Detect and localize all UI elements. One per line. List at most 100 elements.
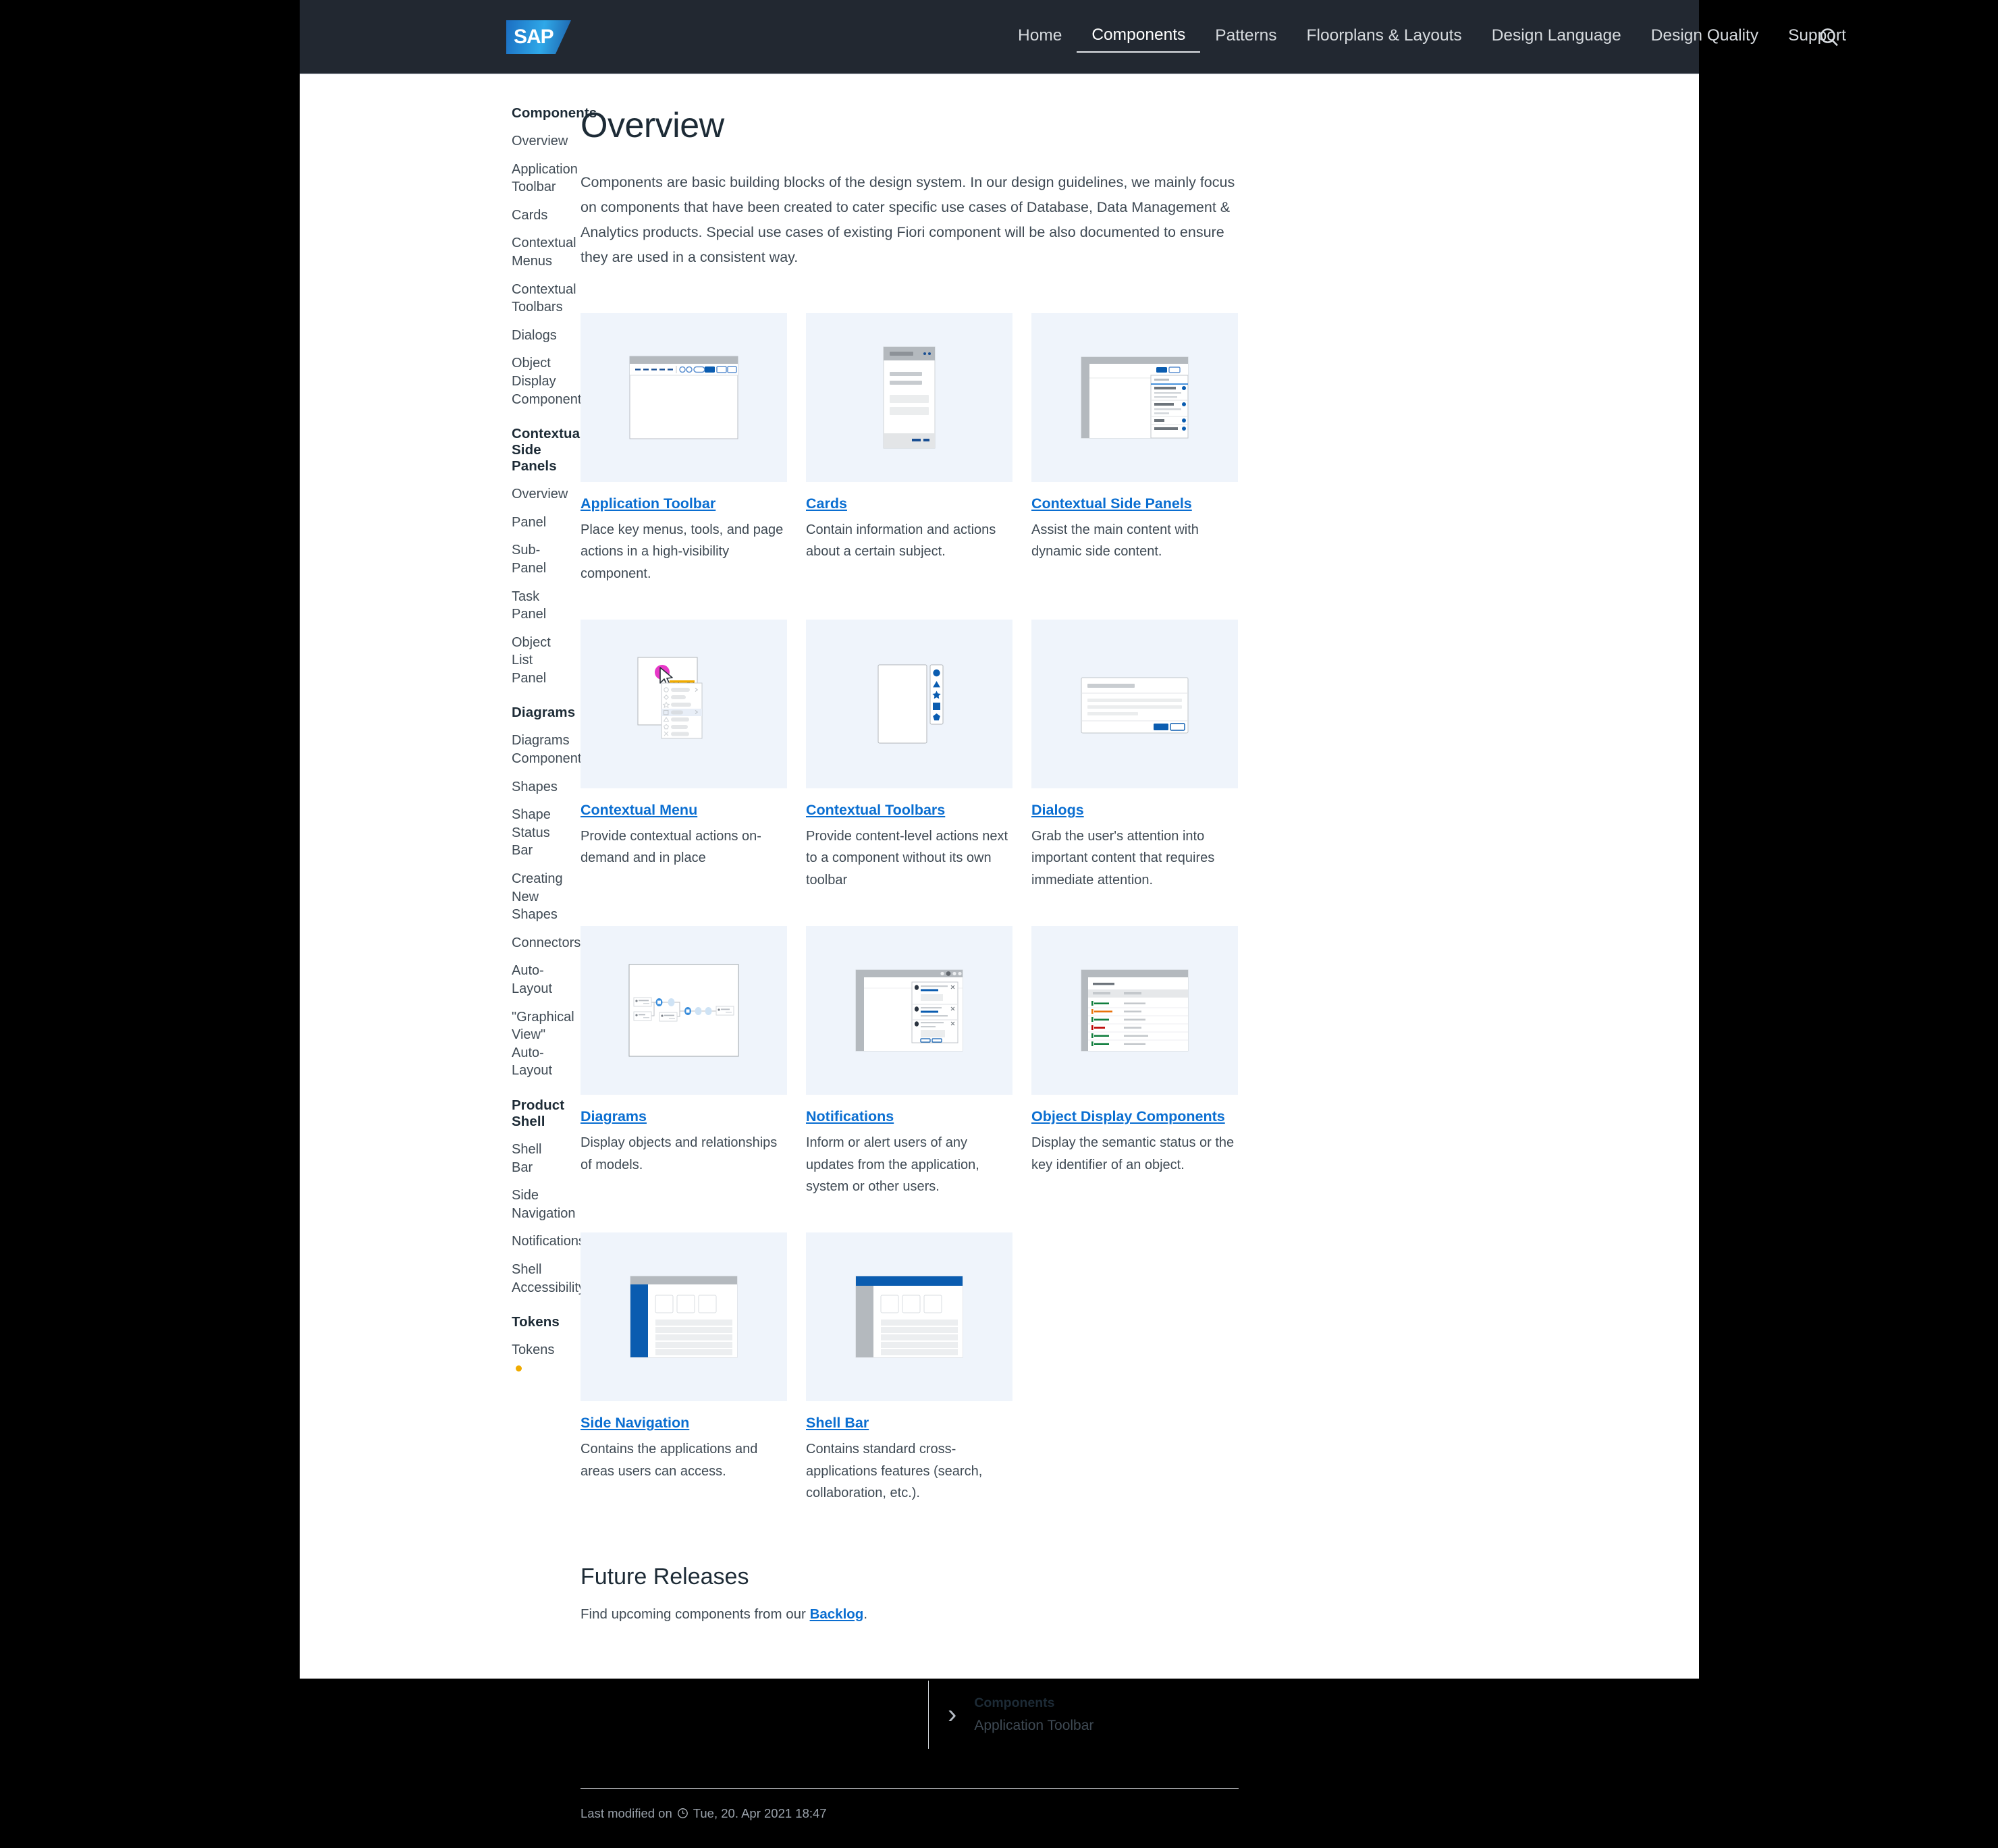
sidebar-item-overview[interactable]: Overview [512, 132, 568, 151]
card-description: Display objects and relationships of mod… [580, 1135, 778, 1172]
card-description: Provide contextual actions on-demand and… [580, 829, 761, 866]
clock-icon [677, 1808, 688, 1819]
sidebar-item-overview-panels[interactable]: Overview [512, 485, 568, 504]
main-navigation: Home Components Patterns Floorplans & La… [1003, 22, 1861, 53]
component-card: Shell Bar Contains standard cross-applic… [806, 1232, 1013, 1504]
card-link-contextual-side-panels[interactable]: Contextual Side Panels [1031, 495, 1192, 512]
sidebar-item-panel[interactable]: Panel [512, 514, 546, 532]
card-description: Provide content-level actions next to a … [806, 829, 1008, 888]
sidebar-item-object-list-panel[interactable]: Object List Panel [512, 634, 551, 688]
card-description: Contain information and actions about a … [806, 522, 996, 560]
sidebar-group-product-shell: Product Shell Shell Bar Side Navigation … [512, 1097, 585, 1297]
card-link-cards[interactable]: Cards [806, 495, 847, 512]
last-modified-value: Tue, 20. Apr 2021 18:47 [693, 1805, 827, 1820]
component-card: Dialogs Grab the user's attention into i… [1031, 620, 1238, 891]
sidebar-item-dialogs[interactable]: Dialogs [512, 327, 557, 345]
page-body: Components Overview Application Toolbar … [300, 74, 1699, 1848]
search-icon[interactable] [1817, 26, 1841, 50]
card-description: Grab the user's attention into important… [1031, 829, 1215, 888]
component-card: Contextual Side Panels Assist the main c… [1031, 312, 1238, 585]
thumbnail-dialogs [1031, 620, 1238, 789]
intro-paragraph: Components are basic building blocks of … [580, 174, 1235, 265]
thumbnail-contextual-toolbars [806, 620, 1013, 789]
sidebar-group-title: Tokens [512, 1314, 560, 1330]
next-page-label: Application Toolbar [974, 1717, 1094, 1733]
sidebar-item-notifications[interactable]: Notifications [512, 1232, 585, 1251]
card-description: Contains standard cross-applications fea… [806, 1442, 983, 1501]
thumbnail-side-navigation [580, 1232, 787, 1402]
sidebar-item-shape-status-bar[interactable]: Shape Status Bar [512, 806, 551, 860]
card-link-application-toolbar[interactable]: Application Toolbar [580, 495, 716, 512]
main-content: Overview Components are basic building b… [580, 105, 1239, 1848]
card-link-shell-bar[interactable]: Shell Bar [806, 1415, 869, 1431]
page-root: SAP Home Components Patterns Floorplans … [300, 0, 1846, 1820]
sidebar-item-object-display-components[interactable]: Object Display Components [512, 354, 588, 408]
sidebar-item-diagrams-component[interactable]: Diagrams Component [512, 732, 581, 767]
future-releases-text: Find upcoming components from our Backlo… [580, 1606, 1239, 1623]
sap-logo-text: SAP [514, 26, 554, 48]
card-link-contextual-menu[interactable]: Contextual Menu [580, 802, 697, 818]
sidebar-item-contextual-toolbars[interactable]: Contextual Toolbars [512, 281, 576, 317]
sidebar-item-contextual-menus[interactable]: Contextual Menus [512, 234, 576, 270]
last-modified-prefix: Last modified on [580, 1805, 672, 1820]
thumbnail-notifications [806, 926, 1013, 1095]
sidebar-item-shell-bar[interactable]: Shell Bar [512, 1141, 541, 1176]
sidebar-item-tokens[interactable]: Tokens [512, 1341, 554, 1377]
sidebar-item-application-toolbar[interactable]: Application Toolbar [512, 161, 578, 196]
sidebar-item-graphical-view-auto-layout[interactable]: "Graphical View" Auto-Layout [512, 1008, 574, 1080]
nav-item-components[interactable]: Components [1077, 22, 1201, 53]
site-header: SAP Home Components Patterns Floorplans … [300, 0, 1846, 74]
sidebar-item-shapes[interactable]: Shapes [512, 778, 558, 796]
sidebar-group-title: Components [512, 105, 597, 121]
component-card-grid: Application Toolbar Place key menus, too… [580, 312, 1239, 1540]
component-card: Application Toolbar Place key menus, too… [580, 312, 787, 585]
sidebar-item-cards[interactable]: Cards [512, 207, 547, 225]
component-card: Diagrams Display objects and relationshi… [580, 926, 787, 1197]
last-modified: Last modified on Tue, 20. Apr 2021 18:47 [580, 1789, 1239, 1848]
card-description: Place key menus, tools, and page actions… [580, 522, 784, 581]
sidebar-item-creating-new-shapes[interactable]: Creating New Shapes [512, 870, 563, 924]
component-card: right-click [580, 620, 787, 891]
fr-text-before: Find upcoming components from our [580, 1606, 810, 1622]
backlog-link[interactable]: Backlog [810, 1606, 864, 1622]
card-link-dialogs[interactable]: Dialogs [1031, 802, 1084, 818]
sidebar-item-connectors[interactable]: Connectors [512, 934, 580, 952]
sidebar-group-diagrams: Diagrams Diagrams Component Shapes Shape… [512, 705, 581, 1080]
thumbnail-shell-bar [806, 1232, 1013, 1402]
component-card: Contextual Toolbars Provide content-leve… [806, 620, 1013, 891]
component-card: Cards Contain information and actions ab… [806, 312, 1013, 585]
sidebar-group-title: Contextual Side Panels [512, 426, 584, 474]
card-link-object-display-components[interactable]: Object Display Components [1031, 1108, 1225, 1124]
component-card: Notifications Inform or alert users of a… [806, 926, 1013, 1197]
sidebar-item-label: Tokens [512, 1342, 555, 1358]
nav-item-home[interactable]: Home [1003, 22, 1077, 52]
sidebar-item-sub-panel[interactable]: Sub-Panel [512, 541, 546, 577]
nav-item-design-language[interactable]: Design Language [1477, 22, 1636, 52]
card-description: Display the semantic status or the key i… [1031, 1135, 1235, 1172]
new-badge-dot [516, 1365, 522, 1371]
thumbnail-contextual-side-panels [1031, 312, 1238, 482]
next-page-category: Components [974, 1695, 1055, 1710]
sidebar-group-title: Product Shell [512, 1097, 565, 1129]
card-link-side-navigation[interactable]: Side Navigation [580, 1415, 689, 1431]
nav-item-floorplans-layouts[interactable]: Floorplans & Layouts [1292, 22, 1477, 52]
card-description: Inform or alert users of any updates fro… [806, 1135, 979, 1194]
sidebar-item-task-panel[interactable]: Task Panel [512, 588, 546, 624]
card-description: Contains the applications and areas user… [580, 1442, 758, 1479]
sidebar-item-shell-accessibility[interactable]: Shell Accessibility [512, 1261, 585, 1297]
card-link-contextual-toolbars[interactable]: Contextual Toolbars [806, 802, 945, 818]
card-link-notifications[interactable]: Notifications [806, 1108, 894, 1124]
nav-item-patterns[interactable]: Patterns [1200, 22, 1291, 52]
card-link-diagrams[interactable]: Diagrams [580, 1108, 647, 1124]
sidebar-item-auto-layout[interactable]: Auto-Layout [512, 962, 552, 998]
sidebar-group-components: Components Overview Application Toolbar … [512, 105, 597, 408]
page-title: Overview [580, 106, 724, 145]
component-card: Side Navigation Contains the application… [580, 1232, 787, 1504]
grid-spacer [1031, 1232, 1238, 1504]
nav-item-design-quality[interactable]: Design Quality [1636, 22, 1773, 52]
thumbnail-cards [806, 312, 1013, 482]
next-page-link[interactable]: › Components Application Toolbar [928, 1680, 1239, 1749]
sap-logo[interactable]: SAP [506, 20, 571, 54]
sidebar-item-side-navigation[interactable]: Side Navigation [512, 1187, 576, 1222]
card-description: Assist the main content with dynamic sid… [1031, 522, 1199, 560]
